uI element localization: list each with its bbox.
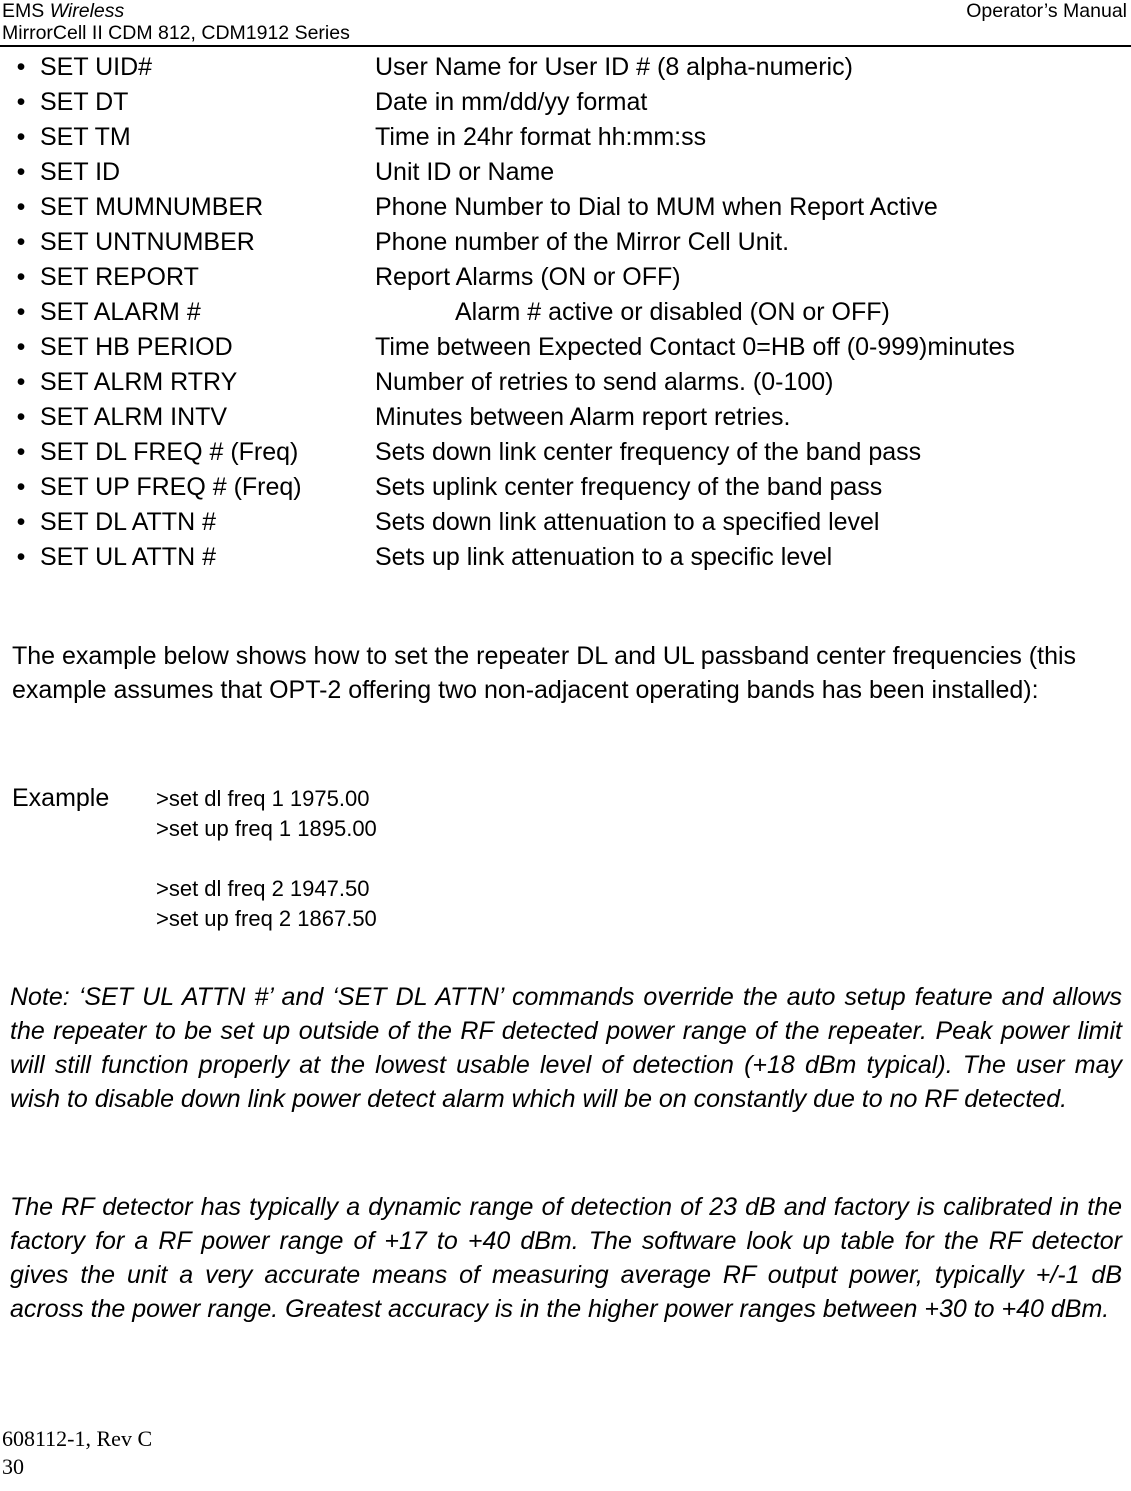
command-row: • SET HB PERIOD Time between Expected Cont… (0, 330, 1131, 365)
command-name: SET REPORT (40, 263, 199, 291)
command-name: SET TM (40, 123, 131, 151)
header-product-line: MirrorCell II CDM 812, CDM1912 Series (2, 22, 350, 44)
command-row: • SET UP FREQ # (Freq) Sets uplink center … (0, 470, 1131, 505)
command-row: • SET UID# User Name for User ID # (8 alph… (0, 50, 1131, 85)
command-row: • SET REPORT Report Alarms (ON or OFF) (0, 260, 1131, 295)
example-command-line: >set dl freq 1 1975.00 (156, 786, 370, 811)
command-name: SET DT (40, 88, 129, 116)
bullet-icon: • (16, 228, 26, 256)
page-header: EMS Wireless MirrorCell II CDM 812, CDM1… (0, 0, 1131, 47)
example-line-spacer (156, 844, 377, 874)
command-description: Sets up link attenuation to a specific l… (375, 543, 833, 571)
bullet-icon: • (16, 123, 26, 151)
header-company-brand: Wireless (49, 0, 125, 22)
command-name: SET UP FREQ # (Freq) (40, 473, 302, 501)
command-name: SET MUMNUMBER (40, 193, 264, 221)
bullet-icon: • (16, 508, 26, 536)
command-description: Sets uplink center frequency of the band… (375, 473, 883, 501)
example-label: Example (12, 784, 110, 812)
command-name: SET DL ATTN # (40, 508, 216, 536)
command-row: • SET ALRM RTRY Number of retries to send … (0, 365, 1131, 400)
example-command-line: >set up freq 2 1867.50 (156, 906, 377, 931)
bullet-icon: • (16, 333, 26, 361)
header-company-prefix: EMS (2, 0, 50, 22)
command-description: Alarm # active or disabled (ON or OFF) (455, 298, 890, 326)
command-name: SET ID (40, 158, 121, 186)
document-page: EMS Wireless MirrorCell II CDM 812, CDM1… (0, 0, 1131, 1491)
header-manual-type: Operator’s Manual (966, 0, 1127, 22)
bullet-icon: • (16, 53, 26, 81)
bullet-icon: • (16, 193, 26, 221)
intro-paragraph: The example below shows how to set the r… (12, 642, 1077, 704)
command-name: SET DL FREQ # (Freq) (40, 438, 299, 466)
command-description: Sets down link center frequency of the b… (375, 438, 922, 466)
command-row: • SET ALRM INTV Minutes between Alarm repo… (0, 400, 1131, 435)
command-row: • SET TM Time in 24hr format hh:mm:ss (0, 120, 1131, 155)
document-code: 608112-1, Rev C (2, 1426, 153, 1451)
example-command-line: >set dl freq 2 1947.50 (156, 876, 370, 901)
bullet-icon: • (16, 298, 26, 326)
command-description: User Name for User ID # (8 alpha-numeric… (375, 53, 853, 81)
command-row: • SET DT Date in mm/dd/yy format (0, 85, 1131, 120)
command-row: • SET ALARM # Alarm # active or disabled (… (0, 295, 1131, 330)
bullet-icon: • (16, 88, 26, 116)
bullet-icon: • (16, 263, 26, 291)
command-row: • SET DL FREQ # (Freq) Sets down link cent… (0, 435, 1131, 470)
command-name: SET ALRM INTV (40, 403, 228, 431)
command-description: Report Alarms (ON or OFF) (375, 263, 681, 291)
rf-detector-paragraph: The RF detector has typically a dynamic … (10, 1193, 1122, 1323)
command-row: • SET MUMNUMBER Phone Number to Dial to MU… (0, 190, 1131, 225)
command-description: Sets down link attenuation to a specifie… (375, 508, 880, 536)
note-paragraph: Note: ‘SET UL ATTN #’ and ‘SET DL ATTN’ … (10, 983, 1122, 1113)
page-footer: 608112-1, Rev C 30 (2, 1425, 152, 1481)
command-description: Date in mm/dd/yy format (375, 88, 648, 116)
command-name: SET ALARM # (40, 298, 201, 326)
header-divider (0, 45, 1131, 47)
command-name: SET UID# (40, 53, 153, 81)
command-description: Time in 24hr format hh:mm:ss (375, 123, 707, 151)
bullet-icon: • (16, 543, 26, 571)
command-description: Time between Expected Contact 0=HB off (… (375, 333, 1015, 361)
command-row: • SET UNTNUMBER Phone number of the Mirror… (0, 225, 1131, 260)
command-description: Number of retries to send alarms. (0-100… (375, 368, 834, 396)
command-row: • SET UL ATTN # Sets up link attenuation t… (0, 540, 1131, 575)
command-row: • SET DL ATTN # Sets down link attenuation… (0, 505, 1131, 540)
header-company: EMS Wireless (2, 0, 124, 23)
bullet-icon: • (16, 158, 26, 186)
command-name: SET UNTNUMBER (40, 228, 255, 256)
command-description: Unit ID or Name (375, 158, 555, 186)
page-number: 30 (2, 1454, 24, 1479)
example-command-lines: >set dl freq 1 1975.00 >set up freq 1 189… (156, 784, 377, 934)
bullet-icon: • (16, 403, 26, 431)
command-description: Phone number of the Mirror Cell Unit. (375, 228, 790, 256)
command-description: Minutes between Alarm report retries. (375, 403, 791, 431)
command-row: • SET ID Unit ID or Name (0, 155, 1131, 190)
command-description: Phone Number to Dial to MUM when Report … (375, 193, 938, 221)
bullet-icon: • (16, 438, 26, 466)
bullet-icon: • (16, 368, 26, 396)
command-name: SET UL ATTN # (40, 543, 216, 571)
command-name: SET HB PERIOD (40, 333, 233, 361)
bullet-icon: • (16, 473, 26, 501)
command-name: SET ALRM RTRY (40, 368, 238, 396)
command-list: • SET UID# User Name for User ID # (8 alph… (0, 50, 1131, 575)
example-command-line: >set up freq 1 1895.00 (156, 816, 377, 841)
